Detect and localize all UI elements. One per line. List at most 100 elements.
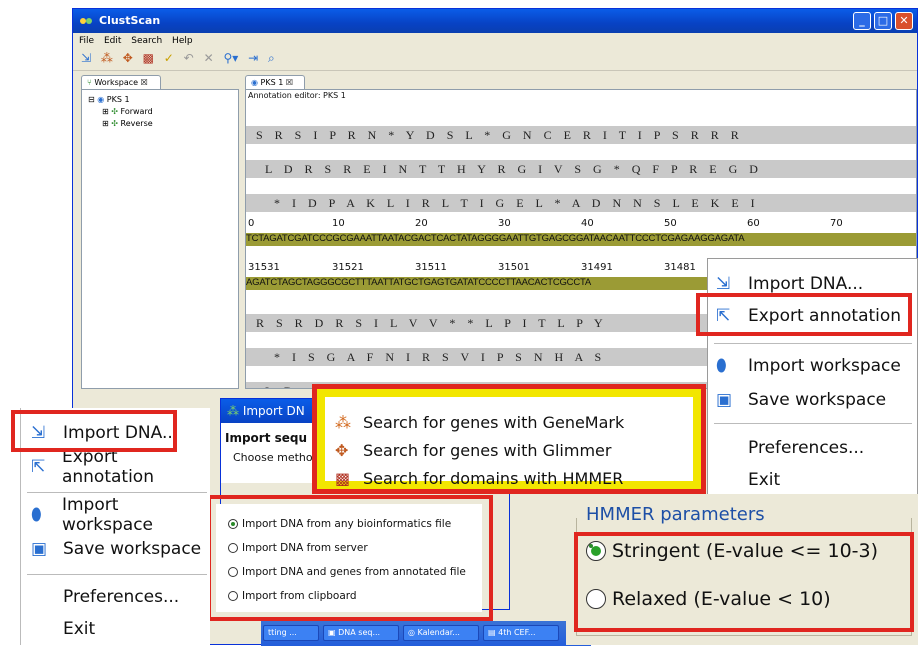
taskbar-label: 4th CEF... [498, 628, 536, 637]
highlight-import-options [207, 495, 493, 621]
tree-root-label: PKS 1 [106, 95, 130, 104]
menu-item-save-workspace[interactable]: ▣ Save workspace [21, 532, 210, 566]
taskbar: tting ... ▣ DNA seq... ◎ Kalendar... ▤ 4… [261, 621, 591, 646]
aa-frame-3: * I D P A K L I R L T I G E L * A D N N … [246, 194, 916, 212]
tree-item-forward[interactable]: ⊞ ✣ Forward [88, 106, 232, 118]
ruler-tick: 31531 [248, 262, 280, 273]
ruler-tick: 70 [830, 218, 843, 229]
menu-item-export-annotation[interactable]: ⇱ Export annotation [21, 447, 210, 487]
aa-frame-2: L D R S R E I N T T H Y R G I V S G * Q … [246, 160, 916, 178]
taskbar-label: DNA seq... [338, 628, 381, 637]
minimize-button[interactable]: _ [853, 12, 871, 30]
menu-item-glimmer[interactable]: ✥ Search for genes with Glimmer [317, 437, 701, 463]
tree-root[interactable]: ⊟ ◉ PKS 1 [88, 94, 232, 106]
filter-tool-icon[interactable]: ⚲▾ [223, 51, 238, 65]
tab-workspace[interactable]: ⑂ Workspace ☒ [81, 75, 161, 90]
ruler-tick: 20 [415, 218, 428, 229]
menu-separator [27, 574, 207, 575]
menu-separator [714, 423, 912, 424]
menu-item-hmmer[interactable]: ▩ Search for domains with HMMER [317, 465, 701, 491]
menu-item-genemark[interactable]: ⁂ Search for genes with GeneMark [317, 409, 701, 435]
import-workspace-icon: ⬮ [716, 356, 727, 376]
highlight-export-annotation [696, 293, 912, 336]
ruler-tick: 31511 [415, 262, 447, 273]
strand-icon: ✣ [111, 107, 118, 116]
menu-separator [714, 343, 912, 344]
menu-item-import-workspace[interactable]: ⬮ Import workspace [708, 349, 917, 383]
taskbar-label: Kalendar... [417, 628, 460, 637]
workspace-panel: ⊟ ◉ PKS 1 ⊞ ✣ Forward ⊞ ✣ Reverse [81, 89, 239, 389]
ruler-tick: 50 [664, 218, 677, 229]
menu-item-preferences[interactable]: Preferences... [21, 580, 210, 614]
glimmer-tool-icon[interactable]: ✥ [123, 51, 133, 65]
save-icon: ▣ [716, 390, 733, 410]
undo-tool-icon[interactable]: ↶ [184, 51, 194, 65]
tab-pks1[interactable]: ◉ PKS 1 ☒ [245, 75, 305, 90]
menu-item-exit[interactable]: Exit [708, 463, 917, 497]
menu-item-label: Search for genes with GeneMark [363, 412, 625, 432]
save-icon: ▣ [31, 539, 48, 559]
menu-item-label: Save workspace [63, 539, 202, 559]
import-workspace-icon: ⬮ [31, 505, 42, 525]
import-dna-tool-icon[interactable]: ⇲ [81, 51, 91, 65]
menu-item-label: Search for domains with HMMER [363, 468, 624, 488]
import-dna-icon: ⇲ [716, 274, 731, 294]
menu-item-label: Import DNA... [748, 274, 864, 294]
highlight-import-dna [11, 410, 177, 452]
ruler-tick: 31521 [332, 262, 364, 273]
window-title: ClustScan [99, 14, 161, 27]
close-button[interactable]: ✕ [895, 12, 913, 30]
hmmer-tool-icon[interactable]: ▩ [143, 51, 154, 65]
tree-item-reverse[interactable]: ⊞ ✣ Reverse [88, 118, 232, 130]
ruler-tick: 31491 [581, 262, 613, 273]
dialog-icon: ⁂ [227, 404, 243, 418]
menu-item-label: Import workspace [748, 356, 901, 376]
title-bar: ClustScan _ □ ✕ [73, 9, 917, 33]
aa-frame-1: S R S I P R N * Y D S L * G N C E R I T … [246, 126, 916, 144]
menu-edit[interactable]: Edit [104, 36, 121, 46]
tree-item-label: Forward [120, 107, 153, 116]
taskbar-icon: ▣ [328, 628, 339, 637]
search-menu: ⁂ Search for genes with GeneMark ✥ Search … [312, 384, 706, 494]
pks-icon: ◉ [251, 78, 258, 87]
search-tool-icon[interactable]: ⌕ [268, 51, 275, 65]
workspace-icon: ⑂ [87, 78, 92, 87]
menu-item-import-workspace[interactable]: ⬮ Import workspace [21, 495, 210, 535]
glimmer-icon: ✥ [335, 440, 349, 460]
delete-tool-icon[interactable]: ✕ [204, 51, 214, 65]
workspace-tab-label: Workspace [94, 78, 139, 87]
toolbar: ⇲ ⁂ ✥ ▩ ✓ ↶ ✕ ⚲▾ ⇥ ⌕ [73, 49, 917, 71]
menu-item-save-workspace[interactable]: ▣ Save workspace [708, 383, 917, 417]
ruler-forward: 0 10 20 30 40 50 60 70 [246, 218, 916, 232]
check-tool-icon[interactable]: ✓ [164, 51, 174, 65]
highlight-hmmer-options [574, 532, 914, 632]
taskbar-icon: ▤ [488, 628, 499, 637]
app-icon [80, 18, 92, 24]
taskbar-item[interactable]: tting ... [263, 625, 319, 641]
genemark-tool-icon[interactable]: ⁂ [101, 51, 113, 65]
ruler-tick: 30 [498, 218, 511, 229]
genemark-icon: ⁂ [335, 412, 351, 432]
dna-forward: TCTAGATCGATCCCGCGAAATTAATACGACTCACTATAGG… [246, 233, 916, 246]
taskbar-item[interactable]: ▣ DNA seq... [323, 625, 399, 641]
menu-bar: File Edit Search Help [73, 33, 917, 49]
strand-icon: ✣ [111, 119, 118, 128]
ruler-tick: 31501 [498, 262, 530, 273]
taskbar-item[interactable]: ◎ Kalendar... [403, 625, 479, 641]
menu-item-exit[interactable]: Exit [21, 612, 210, 646]
menu-item-preferences[interactable]: Preferences... [708, 431, 917, 465]
menu-help[interactable]: Help [172, 36, 193, 46]
maximize-button[interactable]: □ [874, 12, 892, 30]
export-icon: ⇱ [31, 457, 46, 477]
tree-item-label: Reverse [120, 119, 153, 128]
menu-item-label: Export annotation [61, 447, 154, 487]
ruler-tick: 31481 [664, 262, 696, 273]
taskbar-item[interactable]: ▤ 4th CEF... [483, 625, 559, 641]
ruler-tick: 10 [332, 218, 345, 229]
export-tool-icon[interactable]: ⇥ [248, 51, 258, 65]
menu-file[interactable]: File [79, 36, 94, 46]
menu-search[interactable]: Search [131, 36, 162, 46]
ruler-tick: 0 [248, 218, 255, 229]
menu-item-label: Import workspace [61, 495, 153, 535]
menu-separator [27, 492, 207, 493]
